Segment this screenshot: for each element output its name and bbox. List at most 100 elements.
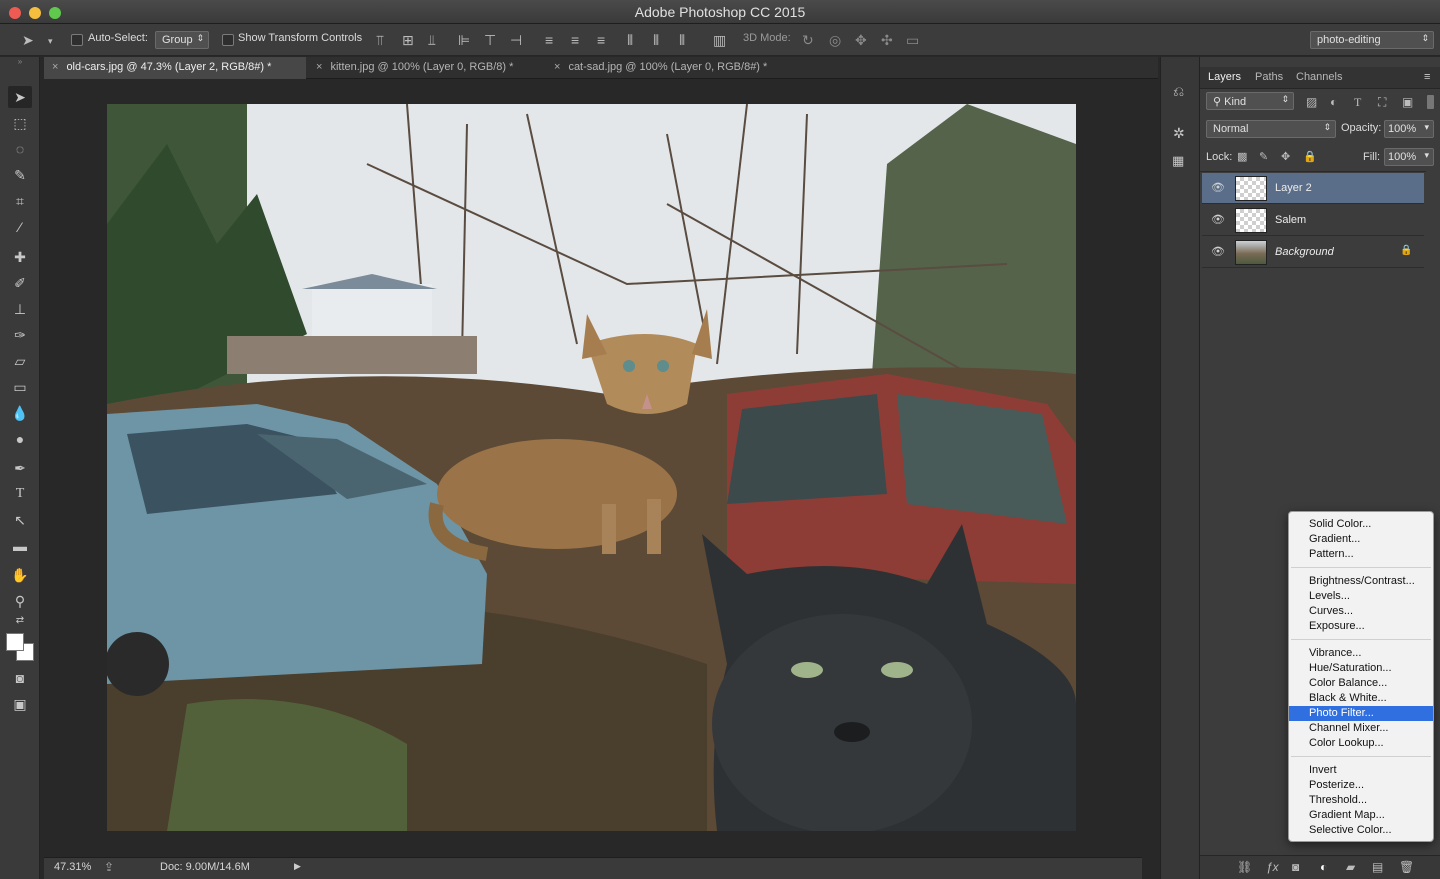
- filter-pixel-icon[interactable]: ▨: [1306, 94, 1317, 110]
- distribute-hcenter-icon[interactable]: ⦀: [653, 32, 659, 48]
- menu-item-color-lookup[interactable]: Color Lookup...: [1289, 736, 1433, 751]
- layer-row-salem[interactable]: 👁 Salem: [1202, 205, 1424, 236]
- tab-channels[interactable]: Channels: [1296, 71, 1342, 83]
- history-panel-icon[interactable]: ⎌: [1173, 83, 1184, 100]
- properties-panel-icon[interactable]: ✲: [1173, 125, 1185, 142]
- screen-mode-icon[interactable]: ▣: [8, 693, 32, 715]
- move-tool-icon[interactable]: ➤: [8, 86, 32, 108]
- menu-item-gradient[interactable]: Gradient...: [1289, 532, 1433, 547]
- menu-item-channel-mixer[interactable]: Channel Mixer...: [1289, 721, 1433, 736]
- eyedropper-tool-icon[interactable]: ⁄: [8, 216, 32, 238]
- menu-item-gradient-map[interactable]: Gradient Map...: [1289, 808, 1433, 823]
- quick-selection-tool-icon[interactable]: ✎: [8, 164, 32, 186]
- menu-item-exposure[interactable]: Exposure...: [1289, 619, 1433, 634]
- document-image[interactable]: [107, 104, 1076, 831]
- visibility-eye-icon[interactable]: 👁: [1211, 245, 1225, 258]
- menu-item-threshold[interactable]: Threshold...: [1289, 793, 1433, 808]
- distribute-bottom-icon[interactable]: ≡: [597, 32, 605, 48]
- pen-tool-icon[interactable]: ✒: [8, 457, 32, 479]
- blend-mode-dropdown[interactable]: Normal ⇕: [1206, 120, 1336, 138]
- path-selection-tool-icon[interactable]: ↖: [8, 509, 32, 531]
- fill-field[interactable]: 100% ▾: [1384, 148, 1434, 166]
- tab-cat-sad[interactable]: × cat-sad.jpg @ 100% (Layer 0, RGB/8#) *: [546, 57, 808, 79]
- menu-item-levels[interactable]: Levels...: [1289, 589, 1433, 604]
- close-tab-icon[interactable]: ×: [316, 61, 322, 73]
- menu-item-pattern[interactable]: Pattern...: [1289, 547, 1433, 562]
- delete-layer-icon[interactable]: 🗑: [1399, 859, 1414, 875]
- rectangle-tool-icon[interactable]: ▬: [8, 535, 32, 557]
- menu-item-vibrance[interactable]: Vibrance...: [1289, 646, 1433, 661]
- lock-all-icon[interactable]: 🔒: [1303, 149, 1317, 165]
- tab-paths[interactable]: Paths: [1255, 71, 1283, 83]
- opacity-field[interactable]: 100% ▾: [1384, 120, 1434, 138]
- menu-item-hue-saturation[interactable]: Hue/Saturation...: [1289, 661, 1433, 676]
- menu-item-color-balance[interactable]: Color Balance...: [1289, 676, 1433, 691]
- menu-item-black-white[interactable]: Black & White...: [1289, 691, 1433, 706]
- gradient-tool-icon[interactable]: ▭: [8, 376, 32, 398]
- layer-row-layer-2[interactable]: 👁 Layer 2: [1202, 173, 1424, 204]
- add-mask-icon[interactable]: ◙: [1292, 859, 1299, 875]
- align-right-edges-icon[interactable]: ⊣: [510, 32, 522, 48]
- auto-select-checkbox[interactable]: [71, 34, 83, 46]
- share-icon[interactable]: ⇪: [104, 860, 114, 874]
- 3d-slide-icon[interactable]: ✣: [881, 32, 893, 48]
- fx-icon[interactable]: ƒx: [1266, 859, 1279, 875]
- layer-name[interactable]: Salem: [1275, 214, 1306, 226]
- align-bottom-edges-icon[interactable]: ⫫: [428, 32, 436, 48]
- menu-item-invert[interactable]: Invert: [1289, 763, 1433, 778]
- lock-image-icon[interactable]: ✎: [1259, 149, 1268, 165]
- swap-colors-icon[interactable]: ⇄: [8, 614, 32, 628]
- move-tool-icon[interactable]: ➤: [22, 32, 34, 48]
- menu-item-curves[interactable]: Curves...: [1289, 604, 1433, 619]
- lock-position-icon[interactable]: ✥: [1281, 149, 1290, 165]
- align-vertical-centers-icon[interactable]: ⊞: [402, 32, 414, 48]
- filter-toggle-switch[interactable]: [1427, 95, 1434, 109]
- layer-name[interactable]: Background: [1275, 246, 1334, 258]
- filter-smart-object-icon[interactable]: ▣: [1402, 94, 1413, 110]
- hand-tool-icon[interactable]: ✋: [8, 564, 32, 586]
- filter-type-icon[interactable]: T: [1354, 94, 1361, 110]
- lasso-tool-icon[interactable]: ◌: [8, 138, 32, 160]
- brush-tool-icon[interactable]: ✐: [8, 272, 32, 294]
- 3d-scale-icon[interactable]: ▭: [906, 32, 919, 48]
- menu-item-posterize[interactable]: Posterize...: [1289, 778, 1433, 793]
- new-group-icon[interactable]: ▰: [1346, 859, 1355, 875]
- quick-mask-icon[interactable]: ◙: [8, 667, 32, 689]
- align-top-edges-icon[interactable]: ⫪: [376, 32, 384, 48]
- layer-name[interactable]: Layer 2: [1275, 182, 1312, 194]
- tool-preset-chevron-icon[interactable]: ▾: [48, 33, 53, 49]
- distribute-left-icon[interactable]: ⦀: [627, 32, 633, 48]
- new-adjustment-layer-icon[interactable]: ◐: [1320, 859, 1327, 875]
- history-brush-tool-icon[interactable]: ✑: [8, 324, 32, 346]
- layer-row-background[interactable]: 👁 Background 🔒: [1202, 237, 1424, 268]
- auto-select-dropdown[interactable]: Group ⇕: [155, 31, 209, 49]
- panel-menu-icon[interactable]: ≡: [1424, 71, 1430, 83]
- crop-tool-icon[interactable]: ⌗: [8, 190, 32, 212]
- dodge-tool-icon[interactable]: ●: [8, 428, 32, 450]
- close-tab-icon[interactable]: ×: [52, 61, 58, 73]
- status-menu-arrow-icon[interactable]: ▶: [294, 861, 301, 872]
- 3d-roll-icon[interactable]: ◎: [829, 32, 841, 48]
- align-horizontal-centers-icon[interactable]: ⊤: [484, 32, 496, 48]
- menu-item-solid-color[interactable]: Solid Color...: [1289, 517, 1433, 532]
- tab-old-cars[interactable]: × old-cars.jpg @ 47.3% (Layer 2, RGB/8#) …: [44, 57, 306, 79]
- type-tool-icon[interactable]: T: [8, 483, 32, 505]
- 3d-drag-icon[interactable]: ✥: [855, 32, 867, 48]
- marquee-tool-icon[interactable]: ⬚: [8, 112, 32, 134]
- align-left-edges-icon[interactable]: ⊫: [458, 32, 470, 48]
- distribute-top-icon[interactable]: ≡: [545, 32, 553, 48]
- filter-shape-icon[interactable]: ⛶: [1378, 94, 1386, 110]
- menu-item-brightness-contrast[interactable]: Brightness/Contrast...: [1289, 574, 1433, 589]
- show-transform-checkbox[interactable]: [222, 34, 234, 46]
- menu-item-photo-filter[interactable]: Photo Filter...: [1289, 706, 1433, 721]
- workspace-dropdown[interactable]: photo-editing ⇕: [1310, 31, 1434, 49]
- collapse-icon[interactable]: »: [8, 58, 32, 66]
- lock-transparent-icon[interactable]: ▩: [1237, 149, 1247, 165]
- clone-stamp-tool-icon[interactable]: ⊥: [8, 298, 32, 320]
- zoom-tool-icon[interactable]: ⚲: [8, 590, 32, 612]
- foreground-color-swatch[interactable]: [6, 633, 24, 651]
- zoom-level[interactable]: 47.31%: [54, 861, 91, 873]
- tab-kitten[interactable]: × kitten.jpg @ 100% (Layer 0, RGB/8) *: [308, 57, 544, 79]
- close-tab-icon[interactable]: ×: [554, 61, 560, 73]
- visibility-eye-icon[interactable]: 👁: [1211, 181, 1225, 194]
